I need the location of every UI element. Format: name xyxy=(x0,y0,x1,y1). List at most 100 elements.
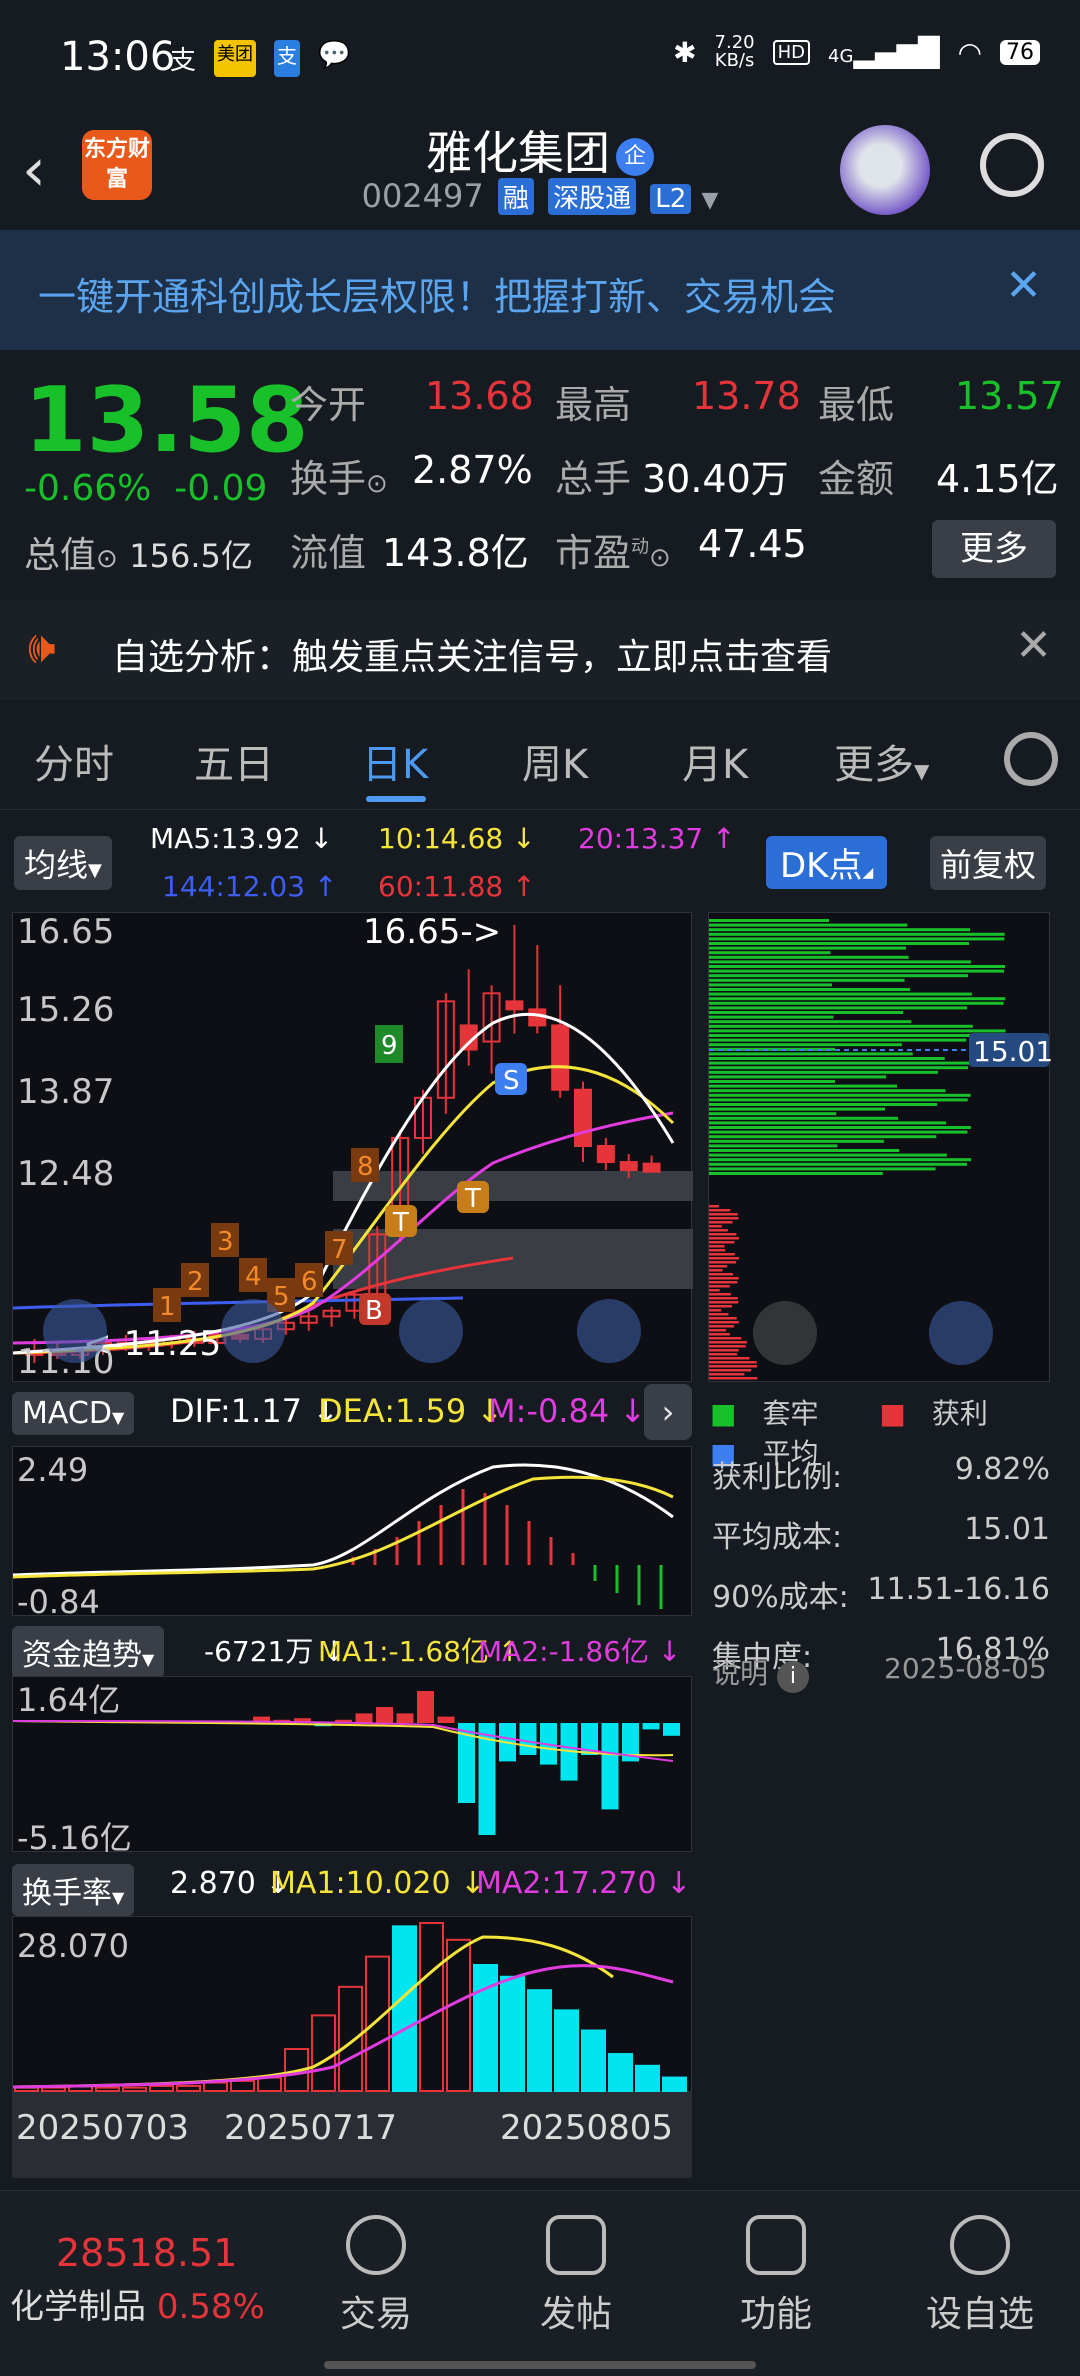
close-icon[interactable]: ✕ xyxy=(1015,620,1052,671)
fund-ma2: MA2:-1.86亿 ↓ xyxy=(478,1635,682,1668)
chip-bar-profit xyxy=(709,1349,739,1352)
fund-chart: 1.64亿 -5.16亿 xyxy=(12,1676,692,1857)
open-label: 今开 xyxy=(290,383,367,427)
chip-bar-profit xyxy=(709,1249,726,1252)
tab-more-label: 更多 xyxy=(834,742,914,788)
nav-trade-label: 交易 xyxy=(339,2294,412,2335)
bottom-nav: 28518.51 化学制品 0.58% 交易 发帖 功能 设自选 xyxy=(0,2190,1080,2376)
nav-trade[interactable]: 交易 xyxy=(316,2191,436,2337)
corner-icon: ◢ xyxy=(862,865,874,881)
ma10-value: 10:14.68 ↓ xyxy=(378,822,536,855)
chevron-down-icon: ▼ xyxy=(88,860,102,881)
open-value: 13.68 xyxy=(425,374,534,418)
turnover-bar xyxy=(95,2086,120,2092)
ma60-value: 60:11.88 ↑ xyxy=(378,870,536,903)
macd-selector[interactable]: MACD▼ xyxy=(12,1392,135,1435)
stock-name: 雅化集团 xyxy=(426,126,610,180)
index-value: 28518.51 xyxy=(56,2231,238,2275)
close-icon[interactable]: ✕ xyxy=(1005,260,1042,311)
chip-bar-trapped xyxy=(709,997,1006,1001)
chevron-right-icon[interactable]: › xyxy=(644,1384,692,1440)
period-tabs: 分时 五日 日K 周K 月K 更多▼ xyxy=(0,710,1080,810)
chip-bar-trapped xyxy=(709,1121,947,1125)
fund-selector[interactable]: 资金趋势▼ xyxy=(12,1626,165,1678)
turnover-bar xyxy=(122,2086,147,2092)
info-icon[interactable]: ⊙ xyxy=(366,469,388,499)
ma-selector[interactable]: 均线▼ xyxy=(14,836,112,890)
assistant-robot-icon[interactable] xyxy=(840,125,930,215)
tab-intraday[interactable]: 分时 xyxy=(34,732,114,790)
wifi-icon: ◠ xyxy=(957,35,982,69)
chip-bar-trapped xyxy=(709,1020,912,1024)
float-value: 143.8亿 xyxy=(382,531,529,575)
chip-bar-trapped xyxy=(709,1162,968,1166)
adjust-button[interactable]: 前复权 xyxy=(930,836,1047,890)
dk-point-button[interactable]: DK点◢ xyxy=(766,836,888,889)
info-icon[interactable]: ⊙ xyxy=(649,543,671,573)
turnover-ma1: MA1:10.020 ↓ xyxy=(270,1866,486,1901)
level2-tag: L2 xyxy=(650,184,692,214)
zoom-out-icon[interactable] xyxy=(221,1299,285,1363)
turnover-chart: 28.070 xyxy=(12,1916,692,2093)
info-icon[interactable]: ⊙ xyxy=(96,544,118,574)
sell-marker-label: S xyxy=(503,1066,520,1096)
turnover-bar xyxy=(662,2076,687,2092)
high-label: 最高 xyxy=(555,383,632,427)
signal-9: 9 xyxy=(381,1031,398,1061)
macd-svg: 2.49 -0.84 xyxy=(12,1451,674,1621)
info-icon[interactable]: i xyxy=(776,1661,809,1693)
price-change: -0.66% -0.09 xyxy=(24,468,267,509)
search-icon[interactable] xyxy=(980,133,1044,197)
notice-text: 自选分析：触发重点关注信号，立即点击查看 xyxy=(112,637,833,678)
tab-daily-k[interactable]: 日K xyxy=(362,732,428,790)
dropdown-icon[interactable]: ▼ xyxy=(701,188,718,213)
chip-bar-profit xyxy=(709,1365,758,1368)
chip-bar-trapped xyxy=(709,1149,900,1152)
nav-add-watch[interactable]: 设自选 xyxy=(910,2191,1050,2337)
chip-bar-profit xyxy=(709,1337,742,1340)
more-dots-icon xyxy=(950,2215,1010,2275)
sector-index[interactable]: 28518.51 化学制品 0.58% xyxy=(10,2231,280,2328)
chip-bar-profit xyxy=(709,1245,725,1248)
chip-bar-profit xyxy=(709,1317,737,1320)
quote-panel: 13.58 -0.66% -0.09 总值⊙ 156.5亿 今开 13.68 最… xyxy=(0,350,1080,590)
turnover-bar xyxy=(446,1938,471,2092)
fund-bar xyxy=(396,1713,414,1723)
ma20-value: 20:13.37 ↑ xyxy=(578,822,736,855)
fund-bar xyxy=(519,1723,537,1755)
nav-add-watch-label: 设自选 xyxy=(925,2294,1034,2335)
gear-icon[interactable] xyxy=(1004,732,1058,786)
turnover-bar xyxy=(176,2084,201,2093)
tab-weekly-k[interactable]: 周K xyxy=(522,732,588,790)
nav-left-icon[interactable] xyxy=(577,1299,641,1363)
analysis-notice[interactable]: 🕪 自选分析：触发重点关注信号，立即点击查看 ✕ xyxy=(0,600,1080,700)
chip-bar-trapped xyxy=(709,1061,971,1065)
expand-icon[interactable] xyxy=(929,1301,993,1365)
current-price: 13.58 xyxy=(24,368,309,473)
macd-chart: 2.49 -0.84 xyxy=(12,1446,692,1621)
tab-more[interactable]: 更多▼ xyxy=(834,732,929,790)
turnover-selector[interactable]: 换手率▼ xyxy=(12,1864,135,1916)
chip-bar-profit xyxy=(709,1297,738,1300)
chip-bar-profit xyxy=(709,1281,738,1284)
chip-bar-profit xyxy=(709,1209,731,1212)
nav-post[interactable]: 发帖 xyxy=(516,2191,636,2337)
chevron-down-icon: ▼ xyxy=(142,1650,155,1669)
more-button[interactable]: 更多 xyxy=(932,520,1056,578)
chip-bar-trapped xyxy=(709,1107,886,1111)
chip-bar-trapped xyxy=(709,932,1005,936)
tab-five-day[interactable]: 五日 xyxy=(194,732,274,790)
bluetooth-icon: ✱ xyxy=(673,35,697,69)
zoom-in-icon[interactable] xyxy=(399,1299,463,1363)
chevron-right-icon[interactable] xyxy=(753,1301,817,1365)
y-label-4: 12.48 xyxy=(17,1154,114,1194)
alipay-icon: 支 xyxy=(170,46,197,76)
nav-function[interactable]: 功能 xyxy=(716,2191,836,2337)
tab-monthly-k[interactable]: 月K xyxy=(682,732,748,790)
promo-banner[interactable]: 一键开通科创成长层权限！把握打新、交易机会 ✕ xyxy=(0,230,1080,350)
kline-chart[interactable]: 16.65-> <-11.25 16.65 15.26 13.87 12.48 … xyxy=(12,912,693,1382)
nav-left-fast-icon[interactable] xyxy=(43,1299,107,1363)
chip-distribution[interactable]: 15.01 xyxy=(708,912,1053,1382)
turnover-value: 2.87% xyxy=(412,448,533,492)
chip-note[interactable]: 说明 i xyxy=(712,1652,809,1693)
